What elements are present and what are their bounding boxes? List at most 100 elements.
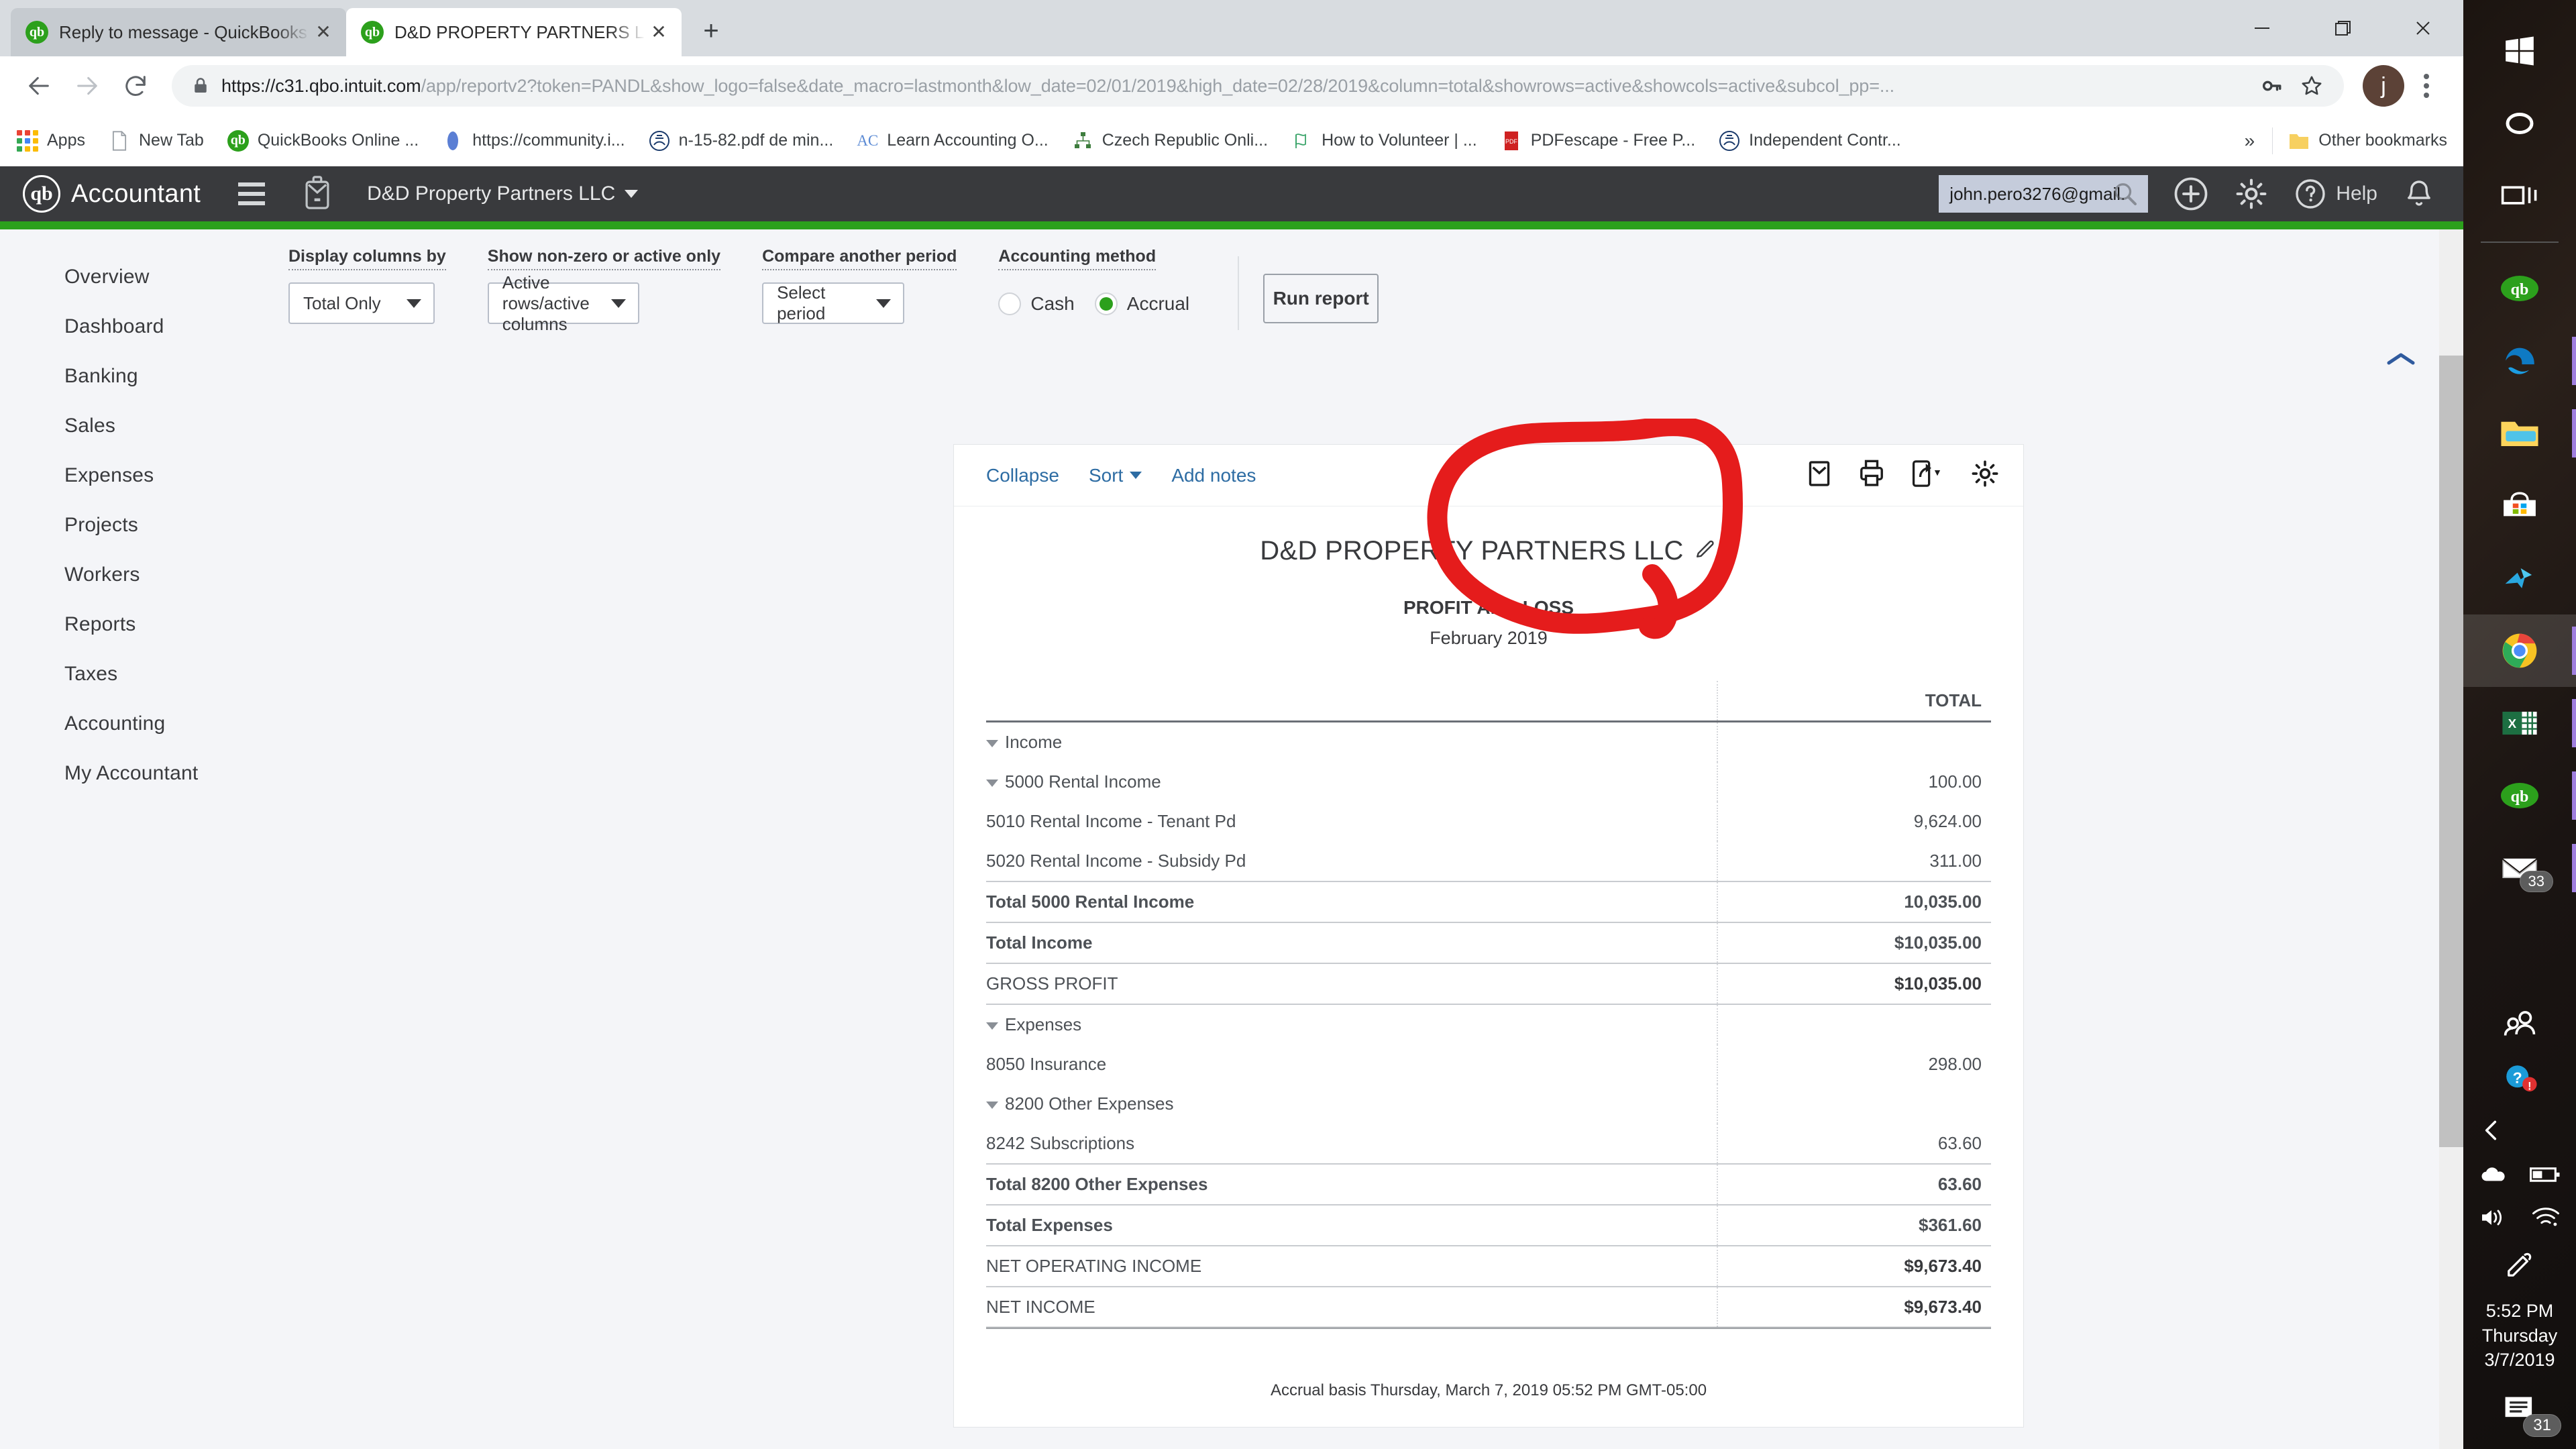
bookmark-community[interactable]: https://community.i... bbox=[441, 129, 625, 152]
profile-avatar[interactable]: j bbox=[2363, 65, 2404, 107]
collapse-controls-button[interactable] bbox=[2375, 345, 2427, 373]
browser-tab-2[interactable]: qb D&D PROPERTY PARTNERS LLC - ✕ bbox=[346, 8, 682, 56]
accounting-method-accrual-radio[interactable]: Accrual bbox=[1094, 292, 1189, 315]
table-row-total[interactable]: Total 5000 Rental Income 10,035.00 bbox=[986, 881, 1991, 922]
table-row-total[interactable]: Total Expenses $361.60 bbox=[986, 1205, 1991, 1245]
email-field[interactable]: john.pero3276@gmail. bbox=[1939, 175, 2149, 213]
expander-triangle-icon[interactable] bbox=[986, 1022, 998, 1030]
taskbar-excel-icon[interactable]: X bbox=[2463, 687, 2576, 759]
close-icon[interactable]: ✕ bbox=[310, 19, 337, 46]
table-row-subtotal[interactable]: GROSS PROFIT $10,035.00 bbox=[986, 963, 1991, 1004]
bookmark-quickbooks-online[interactable]: qb QuickBooks Online ... bbox=[227, 129, 419, 152]
sidebar-item-accounting[interactable]: Accounting bbox=[0, 699, 247, 749]
wifi-icon[interactable] bbox=[2531, 1206, 2561, 1232]
bookmark-apps[interactable]: Apps bbox=[16, 129, 85, 152]
sidebar-item-reports[interactable]: Reports bbox=[0, 600, 247, 649]
gear-icon[interactable] bbox=[2234, 176, 2269, 211]
key-icon[interactable] bbox=[2251, 66, 2292, 106]
sidebar-item-taxes[interactable]: Taxes bbox=[0, 649, 247, 699]
run-report-button[interactable]: Run report bbox=[1263, 274, 1379, 323]
export-icon[interactable] bbox=[1909, 459, 1947, 492]
show-hidden-icons-icon[interactable] bbox=[2479, 1118, 2502, 1146]
forward-icon[interactable] bbox=[63, 62, 111, 110]
sidebar-item-projects[interactable]: Projects bbox=[0, 500, 247, 550]
taskbar-sync-icon[interactable] bbox=[2463, 542, 2576, 614]
back-icon[interactable] bbox=[15, 62, 63, 110]
table-row[interactable]: 5000 Rental Income 100.00 bbox=[986, 762, 1991, 802]
volume-icon[interactable] bbox=[2479, 1206, 2508, 1232]
table-row-subtotal[interactable]: NET OPERATING INCOME $9,673.40 bbox=[986, 1246, 1991, 1286]
new-tab-button[interactable]: + bbox=[690, 9, 733, 52]
close-icon[interactable]: ✕ bbox=[645, 19, 672, 46]
task-view-icon[interactable] bbox=[2463, 160, 2576, 232]
onedrive-icon[interactable] bbox=[2479, 1165, 2507, 1187]
table-row[interactable]: 8050 Insurance 298.00 bbox=[986, 1044, 1991, 1084]
table-row-subtotal[interactable]: NET INCOME $9,673.40 bbox=[986, 1287, 1991, 1327]
add-new-button[interactable] bbox=[2174, 176, 2208, 211]
sidebar-item-sales[interactable]: Sales bbox=[0, 401, 247, 451]
table-row[interactable]: 5020 Rental Income - Subsidy Pd 311.00 bbox=[986, 841, 1991, 881]
compare-period-select[interactable]: Select period bbox=[762, 282, 905, 324]
sidebar-item-my-accountant[interactable]: My Accountant bbox=[0, 749, 247, 798]
collapse-button[interactable]: Collapse bbox=[986, 465, 1059, 486]
taskbar-edge-icon[interactable] bbox=[2463, 325, 2576, 397]
bookmark-czech-republic[interactable]: Czech Republic Onli... bbox=[1071, 129, 1268, 152]
table-row-total[interactable]: Total Income $10,035.00 bbox=[986, 922, 1991, 963]
add-notes-button[interactable]: Add notes bbox=[1171, 465, 1256, 486]
display-columns-select[interactable]: Total Only bbox=[288, 282, 435, 324]
content-scrollbar[interactable] bbox=[2439, 229, 2463, 1449]
sort-button[interactable]: Sort bbox=[1089, 465, 1142, 486]
taskbar-quickbooks-desktop-icon[interactable]: qb bbox=[2463, 759, 2576, 832]
chrome-menu-icon[interactable] bbox=[2404, 64, 2449, 108]
pencil-icon[interactable] bbox=[1695, 536, 1717, 566]
taskbar-chrome-icon[interactable] bbox=[2463, 614, 2576, 687]
table-row[interactable]: 5010 Rental Income - Tenant Pd 9,624.00 bbox=[986, 802, 1991, 841]
taskbar-mail-icon[interactable]: 33 bbox=[2463, 832, 2576, 904]
bookmark-how-to-volunteer[interactable]: How to Volunteer | ... bbox=[1291, 129, 1477, 152]
bookmark-other-bookmarks[interactable]: Other bookmarks bbox=[2288, 129, 2447, 152]
table-row[interactable]: 8200 Other Expenses bbox=[986, 1084, 1991, 1124]
maximize-icon[interactable] bbox=[2302, 0, 2383, 56]
table-row[interactable]: 8242 Subscriptions 63.60 bbox=[986, 1124, 1991, 1163]
sidebar-item-workers[interactable]: Workers bbox=[0, 550, 247, 600]
taskbar-quickbooks-icon[interactable]: qb bbox=[2463, 252, 2576, 325]
expander-triangle-icon[interactable] bbox=[986, 1101, 998, 1109]
sidebar-item-dashboard[interactable]: Dashboard bbox=[0, 302, 247, 352]
bell-icon[interactable] bbox=[2403, 178, 2435, 210]
close-icon[interactable] bbox=[2383, 0, 2463, 56]
cortana-icon[interactable] bbox=[2463, 87, 2576, 160]
table-row-total[interactable]: Total 8200 Other Expenses 63.60 bbox=[986, 1164, 1991, 1204]
gear-icon[interactable] bbox=[1970, 458, 2000, 492]
bookmark-n15-82-pdf[interactable]: n-15-82.pdf de min... bbox=[648, 129, 833, 152]
bookmark-independent-contractor[interactable]: Independent Contr... bbox=[1718, 129, 1901, 152]
reload-icon[interactable] bbox=[111, 62, 160, 110]
people-icon[interactable] bbox=[2501, 1009, 2538, 1043]
company-switcher[interactable]: D&D Property Partners LLC bbox=[367, 182, 639, 205]
briefcase-icon[interactable] bbox=[303, 175, 332, 213]
start-icon[interactable] bbox=[2463, 15, 2576, 87]
bookmark-learn-accounting[interactable]: AC Learn Accounting O... bbox=[856, 129, 1048, 152]
browser-tab-1[interactable]: qb Reply to message - QuickBooks C ✕ bbox=[11, 8, 346, 56]
sidebar-item-overview[interactable]: Overview bbox=[0, 252, 247, 302]
help-button[interactable]: Help bbox=[2294, 178, 2377, 210]
bookmark-new-tab[interactable]: New Tab bbox=[108, 129, 204, 152]
expander-triangle-icon[interactable] bbox=[986, 779, 998, 787]
print-icon[interactable] bbox=[1857, 459, 1886, 492]
expander-triangle-icon[interactable] bbox=[986, 739, 998, 747]
pen-icon[interactable] bbox=[2502, 1251, 2537, 1281]
sidebar-item-expenses[interactable]: Expenses bbox=[0, 451, 247, 500]
taskbar-microsoft-store-icon[interactable] bbox=[2463, 470, 2576, 542]
bookmark-star-icon[interactable] bbox=[2292, 66, 2332, 106]
scrollbar-thumb[interactable] bbox=[2439, 356, 2463, 1147]
address-bar[interactable]: https://c31.qbo.intuit.com/app/reportv2?… bbox=[172, 65, 2344, 107]
quickbooks-accountant-logo[interactable]: qb Accountant bbox=[23, 175, 201, 213]
table-row[interactable]: Income bbox=[986, 721, 1991, 762]
battery-icon[interactable] bbox=[2530, 1166, 2561, 1187]
minimize-icon[interactable] bbox=[2222, 0, 2302, 56]
bookmarks-overflow-button[interactable]: » bbox=[2227, 130, 2273, 152]
bookmark-pdfescape[interactable]: PDF PDFescape - Free P... bbox=[1500, 129, 1695, 152]
sidebar-item-banking[interactable]: Banking bbox=[0, 352, 247, 401]
help-alert-icon[interactable]: ?! bbox=[2501, 1062, 2538, 1099]
hamburger-menu-icon[interactable] bbox=[238, 182, 266, 205]
show-rows-select[interactable]: Active rows/active columns bbox=[487, 272, 639, 334]
